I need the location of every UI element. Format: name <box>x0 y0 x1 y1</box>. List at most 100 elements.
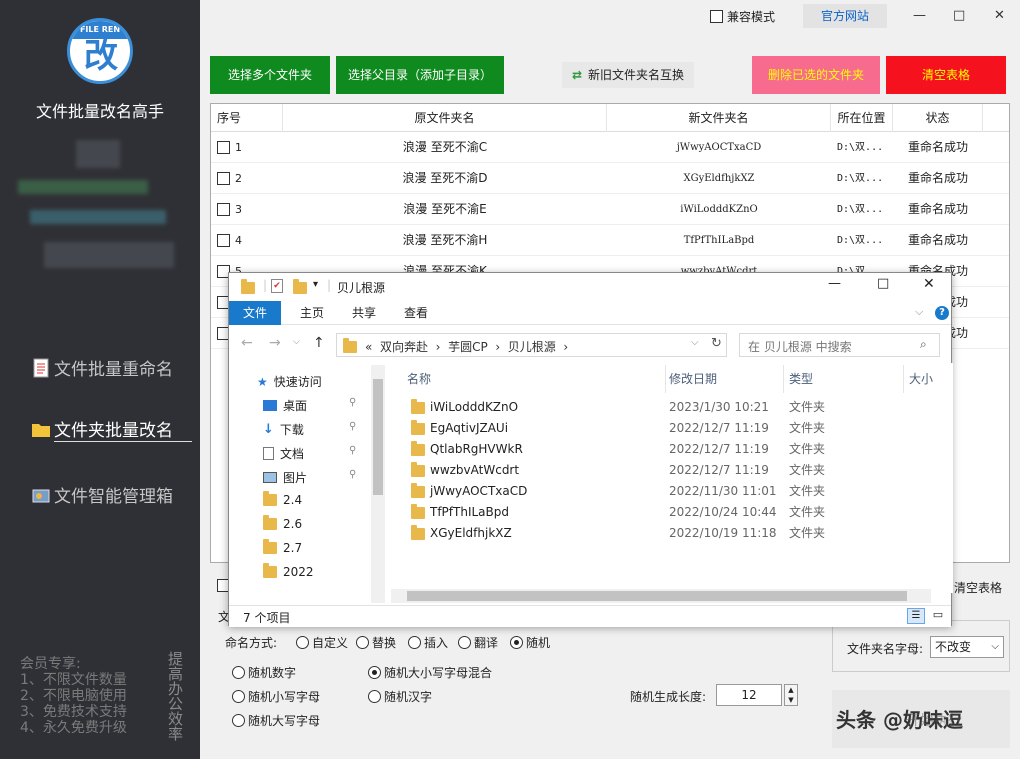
list-item[interactable]: wwzbvAtWcdrt 2022/12/7 11:19 文件夹 <box>389 460 953 481</box>
nav-item[interactable]: 2022 <box>263 563 314 579</box>
table-row[interactable]: 1 浪漫 至死不渝C jWwyAOCTxaCD D:\双... 重命名成功 <box>211 132 1009 163</box>
compat-mode-checkbox[interactable]: 兼容模式 <box>710 8 775 25</box>
nav-item[interactable]: ↓ 下载 ⚲ <box>263 421 356 438</box>
nav-item[interactable]: 2.6 <box>263 515 302 531</box>
nav-scroll-thumb[interactable] <box>373 379 383 495</box>
properties-icon[interactable]: ✔ <box>271 279 283 293</box>
file-date: 2022/12/7 11:19 <box>669 421 769 435</box>
row-checkbox[interactable] <box>217 141 230 154</box>
forward-icon[interactable]: → <box>269 335 281 351</box>
opt-random-chinese[interactable]: 随机汉字 <box>368 688 432 705</box>
nav-item[interactable]: 图片 ⚲ <box>263 469 356 486</box>
search-icon[interactable]: ⌕ <box>920 337 927 352</box>
col-date[interactable]: 修改日期 <box>669 367 717 391</box>
list-item[interactable]: jWwyAOCTxaCD 2022/11/30 11:01 文件夹 <box>389 481 953 502</box>
row-checkbox[interactable] <box>217 172 230 185</box>
official-site-button[interactable]: 官方网站 <box>803 4 887 28</box>
address-bar[interactable]: « 双向奔赴 › 芋圆CP › 贝儿根源 › ⌵ ↻ <box>336 333 727 357</box>
up-icon[interactable]: ↑ <box>313 335 325 351</box>
pin-icon[interactable]: ⚲ <box>349 469 356 480</box>
opt-random-digits[interactable]: 随机数字 <box>232 664 296 681</box>
table-row[interactable]: 2 浪漫 至死不渝D XGyEldfhjkXZ D:\双... 重命名成功 <box>211 163 1009 194</box>
pin-icon[interactable]: ⚲ <box>349 397 356 408</box>
col-status: 状态 <box>893 104 983 132</box>
close-button[interactable]: ✕ <box>994 8 1005 23</box>
file-name: jWwyAOCTxaCD <box>430 484 528 498</box>
nav-file-rename[interactable]: 文件批量重命名 <box>30 355 173 380</box>
mode-translate[interactable]: 翻译 <box>458 634 498 651</box>
refresh-icon[interactable]: ↻ <box>711 336 722 351</box>
pin-icon[interactable]: ⚲ <box>349 421 356 432</box>
clear-table-button[interactable]: 清空表格 <box>886 56 1006 94</box>
list-item[interactable]: iWiLodddKZnO 2023/1/30 10:21 文件夹 <box>389 397 953 418</box>
file-date: 2022/10/19 11:18 <box>669 526 777 540</box>
mode-custom[interactable]: 自定义 <box>296 634 348 651</box>
delete-selected-button[interactable]: 删除已选的文件夹 <box>752 56 880 94</box>
maximize-button[interactable]: □ <box>953 8 965 23</box>
pin-icon[interactable]: ⚲ <box>349 445 356 456</box>
slogan: 提高办公效率 <box>166 651 184 741</box>
start-area[interactable]: 头条 @奶味逗 开始执行 <box>832 690 1010 748</box>
chevron-down-icon[interactable]: ⌵ <box>915 305 923 319</box>
minimize-button[interactable]: — <box>828 276 841 291</box>
row-checkbox[interactable] <box>217 203 230 216</box>
old-name-cell: 浪漫 至死不渝D <box>402 171 488 185</box>
opt-random-uppercase[interactable]: 随机大写字母 <box>232 712 320 729</box>
case-label: 文件夹名字母: <box>847 642 924 656</box>
nav-item[interactable]: 2.7 <box>263 539 302 555</box>
file-date: 2023/1/30 10:21 <box>669 400 769 414</box>
nav-label: 文件智能管理箱 <box>54 487 173 507</box>
select-parent-dir-button[interactable]: 选择父目录（添加子目录） <box>336 56 504 94</box>
list-item[interactable]: QtlabRgHVWkR 2022/12/7 11:19 文件夹 <box>389 439 953 460</box>
nav-smart-manager[interactable]: 文件智能管理箱 <box>30 482 173 507</box>
col-name[interactable]: 名称 <box>407 367 431 391</box>
nav-folder-rename[interactable]: 文件夹批量改名 <box>30 416 173 441</box>
mode-replace[interactable]: 替换 <box>356 634 396 651</box>
recent-dropdown-icon[interactable]: ⌵ <box>293 337 300 347</box>
quick-access-dropdown-icon[interactable]: ▾ <box>313 279 318 290</box>
tab-share[interactable]: 共享 <box>343 301 385 325</box>
nav-item[interactable]: 文档 ⚲ <box>263 445 356 462</box>
nav-item[interactable]: ★ 快速访问 <box>257 373 322 390</box>
details-view-icon[interactable]: ☰ <box>907 608 925 624</box>
col-size[interactable]: 大小 <box>909 367 933 391</box>
table-row[interactable]: 3 浪漫 至死不渝E iWiLodddKZnO D:\双... 重命名成功 <box>211 194 1009 225</box>
col-type[interactable]: 类型 <box>789 367 813 391</box>
back-icon[interactable]: ← <box>241 335 253 351</box>
file-name: iWiLodddKZnO <box>430 400 519 414</box>
clear-table-link[interactable]: 清空表格 <box>954 579 1002 596</box>
mode-insert[interactable]: 插入 <box>408 634 448 651</box>
maximize-button[interactable]: □ <box>877 276 889 291</box>
opt-random-lowercase[interactable]: 随机小写字母 <box>232 688 320 705</box>
new-folder-icon[interactable] <box>293 279 307 294</box>
close-button[interactable]: ✕ <box>923 276 935 292</box>
folder-icon <box>263 539 277 554</box>
tab-file[interactable]: 文件 <box>229 301 281 325</box>
help-icon[interactable]: ? <box>935 306 949 320</box>
select-multiple-folders-button[interactable]: 选择多个文件夹 <box>210 56 330 94</box>
case-select[interactable]: 不改变 ⌵ <box>930 636 1004 658</box>
row-checkbox[interactable] <box>217 234 230 247</box>
list-item[interactable]: EgAqtivJZAUi 2022/12/7 11:19 文件夹 <box>389 418 953 439</box>
swap-names-button[interactable]: ⇄ 新旧文件夹名互换 <box>562 62 694 88</box>
tab-home[interactable]: 主页 <box>291 301 333 325</box>
horizontal-scroll-thumb[interactable] <box>407 591 907 601</box>
tab-view[interactable]: 查看 <box>395 301 437 325</box>
length-input[interactable]: 12 <box>716 684 782 706</box>
chevron-down-icon[interactable]: ⌵ <box>691 337 699 348</box>
file-date: 2022/10/24 10:44 <box>669 505 777 519</box>
opt-random-mixed-case[interactable]: 随机大小写字母混合 <box>368 664 492 681</box>
new-name-cell: jWwyAOCTxaCD <box>676 142 762 153</box>
mode-random[interactable]: 随机 <box>510 634 550 651</box>
file-type: 文件夹 <box>789 505 826 519</box>
table-row[interactable]: 4 浪漫 至死不渝H TfPfThILaBpd D:\双... 重命名成功 <box>211 225 1009 256</box>
search-input[interactable]: 在 贝儿根源 中搜索 ⌕ <box>739 333 940 357</box>
length-spinner[interactable]: ▲ ▼ <box>784 684 798 706</box>
minimize-button[interactable]: — <box>913 8 926 23</box>
list-item[interactable]: TfPfThILaBpd 2022/10/24 10:44 文件夹 <box>389 502 953 523</box>
list-item[interactable]: XGyEldfhjkXZ 2022/10/19 11:18 文件夹 <box>389 523 953 544</box>
nav-item[interactable]: 2.4 <box>263 491 302 507</box>
large-icons-view-icon[interactable]: ▭ <box>929 608 947 624</box>
nav-item[interactable]: 桌面 ⚲ <box>263 397 356 414</box>
checkbox[interactable] <box>710 10 723 23</box>
